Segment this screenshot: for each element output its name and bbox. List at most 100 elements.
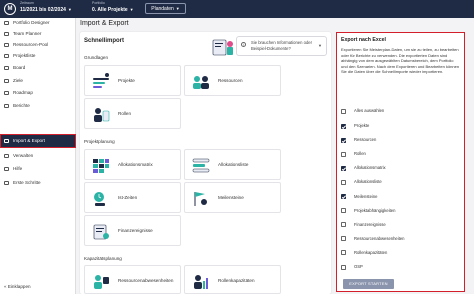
milestones-icon	[194, 192, 207, 206]
tile-ressourcen[interactable]: Ressourcen	[184, 65, 281, 96]
checkbox-label: Ressourcen	[354, 137, 377, 143]
checkbox[interactable]	[341, 151, 346, 157]
tile-finanzereignisse[interactable]: Finanzereignisse	[84, 215, 181, 246]
checkbox[interactable]	[341, 236, 346, 242]
export-start-button[interactable]: EXPORT STARTEN	[343, 279, 394, 289]
sidebar-item-import-export[interactable]: Import & Export	[0, 134, 76, 148]
section-project-planning: Projektplanung	[84, 139, 115, 144]
sidebar-item-roadmap[interactable]: Roadmap	[0, 88, 76, 98]
section-capacity-planning: Kapazitätsplanung	[84, 256, 122, 261]
sidebar-item-label: Ziele	[13, 78, 23, 83]
sidebar-item-portfolio-designer[interactable]: Portfolio Designer	[0, 18, 76, 28]
checkbox-label: Meilensteine	[354, 193, 378, 199]
app-logo[interactable]: M	[4, 3, 16, 15]
sidebar-item-label: Roadmap	[13, 90, 33, 95]
checkbox-label: Alles auswählen	[354, 108, 385, 113]
plan-data-dropdown[interactable]: Plandaten ▼	[145, 3, 186, 14]
checkbox-label: Projektabhängigkeiten	[354, 207, 396, 213]
checkbox[interactable]	[341, 165, 346, 171]
checkbox[interactable]	[341, 194, 346, 199]
tile-label: Finanzereignisse	[118, 228, 153, 233]
checkbox-label: Allokationsmatrix	[354, 165, 386, 171]
portfolio-selector[interactable]: Portfolio 0. Alle Projekte ▼	[92, 1, 134, 14]
help-info-text: Sie brauchen Informationen oder Beispiel…	[251, 40, 312, 51]
checkbox[interactable]	[341, 137, 346, 143]
import-export-icon	[4, 139, 9, 143]
tile-rollenkapazitaeten[interactable]: Rollenkapazitäten	[184, 265, 281, 294]
report-icon	[4, 104, 9, 108]
sidebar-item-label: Berichte	[13, 103, 30, 108]
help-illustration	[212, 39, 233, 56]
sidebar-item-label: Import & Export	[13, 138, 45, 143]
people-icon	[4, 43, 9, 47]
checkbox-label: Allokationsliste	[354, 179, 382, 185]
tile-label: Ist-Zeiten	[118, 195, 138, 200]
checkbox[interactable]	[341, 222, 346, 228]
sidebar-item-ressourcen-pool[interactable]: Ressourcen-Pool	[0, 40, 76, 50]
portfolio-value: 0. Alle Projekte	[92, 7, 128, 13]
section-basics: Grundlagen	[84, 55, 109, 60]
chevron-down-icon: ▼	[175, 6, 180, 11]
tile-label: Rollen	[118, 111, 132, 116]
collapse-sidebar-button[interactable]: « Einklappen	[4, 284, 31, 289]
sidebar-item-verwalten[interactable]: Verwalten	[0, 151, 76, 161]
export-panel-title: Export nach Excel	[341, 37, 386, 43]
checkbox[interactable]	[341, 264, 346, 270]
sidebar-item-label: Erste Schritte	[13, 180, 41, 185]
info-icon: i	[241, 42, 246, 47]
sidebar-item-label: Board	[13, 65, 26, 70]
sidebar-item-team-planner[interactable]: Team Planner	[0, 29, 76, 39]
sidebar: Portfolio Designer Team Planner Ressourc…	[0, 18, 76, 294]
sidebar-item-label: Portfolio Designer	[13, 20, 50, 25]
help-info-box[interactable]: i Sie brauchen Informationen oder Beispi…	[236, 36, 327, 56]
financial-events-icon	[93, 224, 109, 240]
tile-label: Meilensteine	[218, 195, 244, 200]
resource-absences-icon	[94, 275, 109, 289]
sidebar-item-hilfe[interactable]: Hilfe	[0, 164, 76, 174]
list-icon	[4, 54, 9, 58]
tile-label: Allokationsliste	[218, 162, 249, 167]
checkbox[interactable]	[341, 123, 346, 129]
tile-ist-zeiten[interactable]: Ist-Zeiten	[84, 182, 181, 213]
tile-projekte[interactable]: Projekte	[84, 65, 181, 96]
checkbox[interactable]	[341, 108, 346, 114]
checkbox[interactable]	[341, 250, 346, 256]
sidebar-item-label: Projektliste	[13, 53, 36, 58]
checkbox-label: Rollenkapazitäten	[354, 249, 388, 255]
collapse-label: Einklappen	[7, 284, 31, 289]
checkbox[interactable]	[341, 179, 346, 185]
chevron-down-icon: ▼	[318, 43, 322, 48]
sidebar-item-label: Ressourcen-Pool	[13, 42, 49, 47]
rocket-icon	[4, 181, 9, 185]
sidebar-item-board[interactable]: Board	[0, 63, 76, 73]
tile-meilensteine[interactable]: Meilensteine	[184, 182, 281, 213]
sidebar-item-erste-schritte[interactable]: Erste Schritte	[0, 178, 76, 188]
quick-import-title: Schnellimport	[84, 38, 125, 44]
checkbox-label: Rollen	[354, 151, 366, 157]
roadmap-icon	[4, 91, 9, 95]
sidebar-item-label: Team Planner	[13, 31, 42, 36]
period-selector[interactable]: Zeitraum 11/2021 bis 02/2024 ▼	[20, 1, 72, 14]
sidebar-item-projektliste[interactable]: Projektliste	[0, 51, 76, 61]
projects-icon	[93, 73, 109, 88]
checkbox-label: Projekte	[354, 123, 370, 128]
tile-label: Ressourcenabwesenheiten	[118, 278, 174, 283]
plan-data-value: Plandaten	[151, 6, 174, 12]
tile-allokationsliste[interactable]: Allokationsliste	[184, 149, 281, 180]
roles-icon	[94, 108, 110, 122]
tile-allokationsmatrix[interactable]: Allokationsmatrix	[84, 149, 181, 180]
sidebar-item-berichte[interactable]: Berichte	[0, 101, 76, 111]
checkbox-label: Ressourcenabwesenheiten	[354, 235, 405, 241]
tile-ressourcenabwesenheiten[interactable]: Ressourcenabwesenheiten	[84, 265, 181, 294]
checkbox-label: Finanzereignisse	[354, 221, 386, 227]
sidebar-item-ziele[interactable]: Ziele	[0, 76, 76, 86]
resources-icon	[193, 76, 209, 89]
sidebar-item-label: Hilfe	[13, 166, 23, 171]
grid-icon	[4, 21, 9, 25]
checkbox[interactable]	[341, 208, 346, 214]
tile-rollen[interactable]: Rollen	[84, 98, 181, 129]
help-icon	[4, 167, 9, 171]
export-panel-description: Exportieren Sie Meisterplan-Daten, um si…	[341, 47, 460, 74]
collapse-icon: «	[4, 284, 7, 289]
target-icon	[4, 79, 9, 83]
